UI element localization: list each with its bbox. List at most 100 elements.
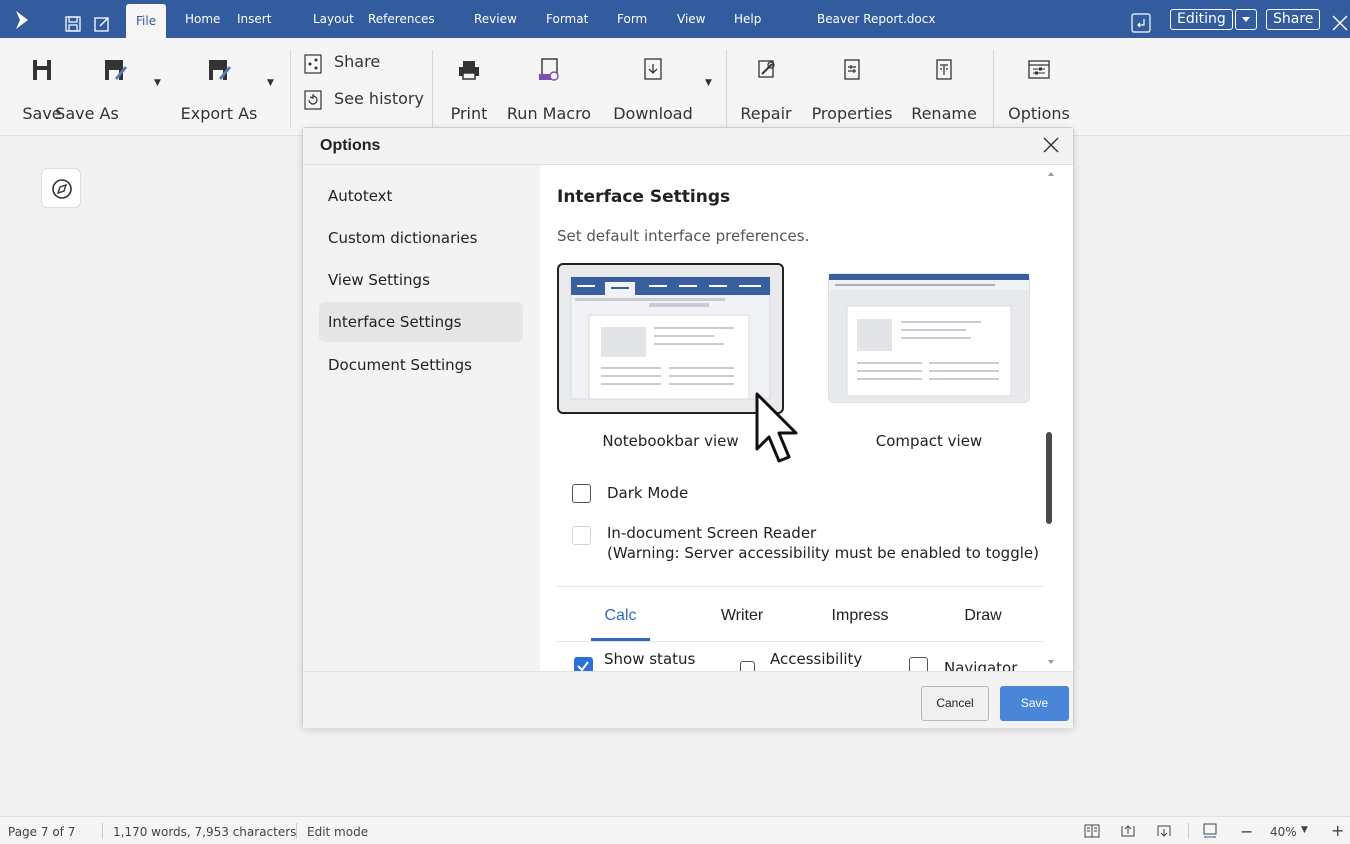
download-button[interactable]: Download bbox=[608, 56, 698, 126]
export-as-button[interactable]: Export As bbox=[170, 56, 268, 126]
navigator-button[interactable] bbox=[41, 168, 81, 208]
editing-label: Editing bbox=[1177, 11, 1226, 27]
repair-button[interactable]: Repair bbox=[738, 56, 794, 126]
tab-home[interactable]: Home bbox=[185, 0, 220, 38]
section-heading: Interface Settings bbox=[557, 187, 731, 207]
download-dropdown-icon[interactable]: ▼ bbox=[705, 78, 712, 88]
zoom-out-button[interactable]: − bbox=[1240, 822, 1253, 841]
rename-icon bbox=[936, 59, 952, 80]
save-icon bbox=[33, 60, 51, 80]
save-as-icon bbox=[105, 60, 127, 80]
zoom-in-button[interactable]: + bbox=[1331, 821, 1344, 840]
compact-view-label: Compact view bbox=[875, 432, 983, 450]
editing-mode-button[interactable]: Editing bbox=[1170, 9, 1233, 30]
notebookbar-layout-icon bbox=[570, 276, 771, 400]
zoom-dropdown-icon[interactable]: ▼ bbox=[1301, 825, 1308, 835]
tab-layout[interactable]: Layout bbox=[313, 0, 354, 38]
sidebar-item-custom-dictionaries[interactable]: Custom dictionaries bbox=[319, 218, 523, 258]
dialog-footer: Cancel Save bbox=[303, 671, 1073, 728]
notebookbar-view-label: Notebookbar view bbox=[602, 432, 739, 450]
tab-form[interactable]: Form bbox=[617, 0, 647, 38]
sidebar-item-autotext[interactable]: Autotext bbox=[319, 176, 523, 216]
scrollbar-thumb[interactable] bbox=[1046, 432, 1052, 524]
multi-page-view-icon[interactable] bbox=[1084, 823, 1100, 839]
status-separator bbox=[1188, 823, 1189, 839]
options-label: Options bbox=[1008, 104, 1070, 123]
tab-format[interactable]: Format bbox=[546, 0, 588, 38]
tab-help[interactable]: Help bbox=[734, 0, 761, 38]
tab-references[interactable]: References bbox=[368, 0, 435, 38]
tab-impress[interactable]: Impress bbox=[825, 607, 895, 625]
save-as-label: Save As bbox=[55, 104, 119, 123]
close-icon[interactable] bbox=[1330, 10, 1350, 31]
rename-label: Rename bbox=[911, 104, 977, 123]
tab-insert[interactable]: Insert bbox=[237, 0, 271, 38]
properties-button[interactable]: Properties bbox=[806, 56, 898, 126]
editing-dropdown-button[interactable] bbox=[1235, 9, 1257, 30]
sidebar-toggle-icon[interactable] bbox=[1131, 10, 1151, 33]
options-button[interactable]: Options bbox=[1003, 56, 1075, 126]
compact-preview bbox=[828, 273, 1030, 403]
word-count[interactable]: 1,170 words, 7,953 characters bbox=[113, 825, 296, 839]
share-button[interactable]: Share bbox=[1266, 9, 1321, 30]
tab-view[interactable]: View bbox=[677, 0, 705, 38]
app-logo-icon[interactable] bbox=[11, 8, 33, 30]
status-separator bbox=[102, 823, 103, 839]
section-subheading: Set default interface preferences. bbox=[557, 227, 810, 245]
checkmark-icon bbox=[577, 661, 589, 671]
save-as-dropdown-icon[interactable]: ▼ bbox=[154, 78, 161, 88]
page-indicator[interactable]: Page 7 of 7 bbox=[8, 825, 75, 839]
zoom-level[interactable]: 40% bbox=[1270, 825, 1297, 839]
edit-icon[interactable] bbox=[93, 10, 111, 32]
one-page-icon[interactable] bbox=[1202, 823, 1218, 839]
chevron-down-icon bbox=[1242, 17, 1250, 22]
cancel-button[interactable]: Cancel bbox=[921, 686, 989, 721]
navigator-checkbox[interactable] bbox=[909, 657, 928, 671]
document-title[interactable]: Beaver Report.docx bbox=[817, 0, 935, 38]
share-icon bbox=[304, 54, 322, 74]
tab-writer[interactable]: Writer bbox=[712, 607, 772, 625]
options-dialog: Options Autotext Custom dictionaries Vie… bbox=[302, 127, 1074, 728]
ribbon-separator bbox=[432, 50, 433, 128]
sidebar-item-interface-settings[interactable]: Interface Settings bbox=[319, 302, 523, 342]
accessibility-checkbox[interactable] bbox=[740, 661, 755, 671]
export-as-dropdown-icon[interactable]: ▼ bbox=[267, 78, 274, 88]
dark-mode-label: Dark Mode bbox=[607, 484, 689, 502]
ribbon-toolbar: Save Save As ▼ Export As ▼ Share See his… bbox=[0, 38, 1350, 136]
dialog-content: Interface Settings Set default interface… bbox=[540, 165, 1073, 671]
save-icon[interactable] bbox=[64, 10, 82, 32]
sidebar-item-document-settings[interactable]: Document Settings bbox=[319, 345, 523, 385]
run-macro-button[interactable]: Run Macro bbox=[504, 56, 594, 126]
tab-calc[interactable]: Calc bbox=[591, 607, 650, 625]
options-icon bbox=[1028, 60, 1050, 79]
sidebar-item-view-settings[interactable]: View Settings bbox=[319, 260, 523, 300]
show-status-checkbox[interactable] bbox=[574, 657, 593, 671]
navigator-label: Navigator bbox=[944, 659, 1018, 671]
tab-review[interactable]: Review bbox=[474, 0, 517, 38]
fit-width-icon[interactable] bbox=[1120, 823, 1136, 839]
tab-draw[interactable]: Draw bbox=[953, 607, 1013, 625]
close-icon[interactable] bbox=[1041, 135, 1061, 155]
share-label: Share bbox=[334, 52, 381, 71]
repair-icon bbox=[758, 60, 775, 78]
history-icon bbox=[304, 90, 322, 110]
properties-icon bbox=[844, 59, 860, 80]
print-button[interactable]: Print bbox=[444, 56, 494, 126]
edit-mode[interactable]: Edit mode bbox=[307, 825, 368, 839]
properties-label: Properties bbox=[811, 104, 893, 123]
dialog-scrollbar[interactable] bbox=[1046, 165, 1073, 671]
fit-page-icon[interactable] bbox=[1156, 823, 1172, 839]
ribbon-separator bbox=[290, 50, 291, 128]
tab-file[interactable]: File bbox=[126, 4, 167, 42]
dark-mode-checkbox[interactable] bbox=[572, 484, 591, 503]
scroll-up-icon[interactable] bbox=[1046, 169, 1056, 179]
export-as-label: Export As bbox=[180, 104, 258, 123]
screen-reader-warning: (Warning: Server accessibility must be e… bbox=[607, 544, 1039, 562]
compass-icon bbox=[52, 179, 72, 199]
rename-button[interactable]: Rename bbox=[908, 56, 980, 126]
divider bbox=[557, 586, 1043, 587]
scroll-down-icon[interactable] bbox=[1046, 657, 1056, 667]
save-as-button[interactable]: Save As bbox=[55, 56, 160, 126]
save-button[interactable]: Save bbox=[1000, 686, 1069, 721]
status-separator bbox=[296, 823, 297, 839]
